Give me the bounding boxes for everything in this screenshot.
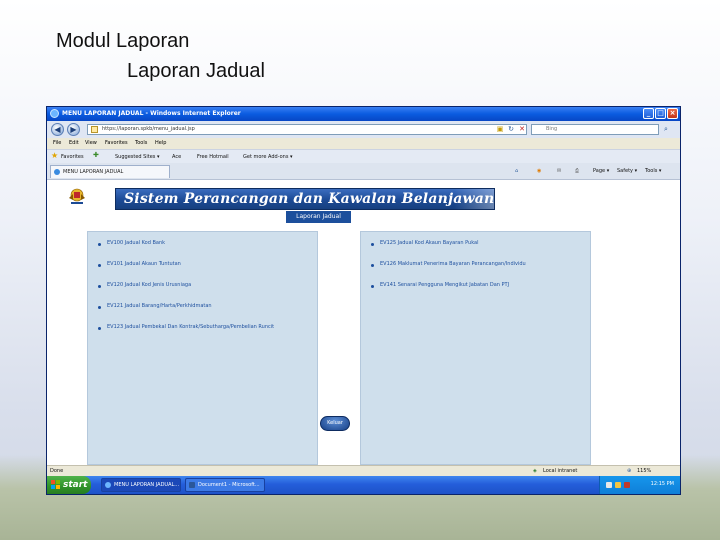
refresh-icon[interactable]: ↻ xyxy=(506,124,516,134)
clock: 12:15 PM xyxy=(650,481,674,487)
print-icon[interactable]: ⎙ xyxy=(575,168,579,174)
taskbar-item-label: Document1 - Microsoft... xyxy=(198,482,260,488)
window-titlebar[interactable]: MENU LAPORAN JADUAL - Windows Internet E… xyxy=(47,107,680,121)
minimize-button[interactable]: _ xyxy=(643,108,654,119)
slide-subtitle: Laporan Jadual xyxy=(127,60,265,82)
taskbar-item-ie[interactable]: MENU LAPORAN JADUAL... xyxy=(101,478,181,492)
speaker-icon[interactable] xyxy=(615,482,621,488)
favorites-star-icon: ★ xyxy=(51,151,59,160)
security-alert-icon[interactable] xyxy=(624,482,630,488)
menu-bar: File Edit View Favorites Tools Help xyxy=(47,138,680,149)
keluar-button[interactable]: Keluar xyxy=(320,416,350,431)
tab-page-icon xyxy=(54,169,60,175)
tab-bar: MENU LAPORAN JADUAL ⌂ ◉ ✉ ⎙ Page ▾ Safet… xyxy=(47,163,680,180)
bullet-icon xyxy=(371,264,374,267)
start-button[interactable]: start xyxy=(47,476,91,494)
internet-explorer-icon xyxy=(50,109,59,118)
taskbar-item-word[interactable]: Document1 - Microsoft... xyxy=(185,478,265,492)
window-title: MENU LAPORAN JADUAL - Windows Internet E… xyxy=(62,110,241,117)
fav-ace[interactable]: Ace xyxy=(172,154,181,160)
forward-button[interactable]: ▶ xyxy=(67,123,80,136)
search-icon[interactable]: ⌕ xyxy=(661,124,671,134)
report-panel-left: EV100 Jadual Kod Bank EV101 Jadual Akaun… xyxy=(87,231,318,465)
zoom-level[interactable]: 115% xyxy=(637,468,651,474)
page-icon xyxy=(91,126,98,133)
tab-menu-laporan-jadual[interactable]: MENU LAPORAN JADUAL xyxy=(50,165,170,178)
search-placeholder: Bing xyxy=(546,126,558,132)
report-panel-right: EV125 Jadual Kod Akaun Bayaran Pukal EV1… xyxy=(360,231,591,465)
tab-label: MENU LAPORAN JADUAL xyxy=(63,169,124,175)
bullet-icon xyxy=(98,306,101,309)
banner-highlight xyxy=(454,189,494,209)
favorites-button[interactable]: Favorites xyxy=(61,154,84,160)
windows-taskbar: start MENU LAPORAN JADUAL... Document1 -… xyxy=(47,476,680,494)
menu-file[interactable]: File xyxy=(53,140,61,146)
page-menu[interactable]: Page ▾ xyxy=(593,168,609,174)
menu-edit[interactable]: Edit xyxy=(69,140,79,146)
bullet-icon xyxy=(98,285,101,288)
feeds-icon[interactable]: ◉ xyxy=(537,168,541,174)
fav-suggested-sites[interactable]: Suggested Sites ▾ xyxy=(115,154,159,160)
intranet-zone-icon: ◈ xyxy=(533,468,537,474)
word-taskbar-icon xyxy=(189,482,195,488)
favorites-bar: ★ Favorites ✚ Suggested Sites ▾ Ace Free… xyxy=(47,149,680,164)
address-url: https://laporan.spkb/menu_jadual.jsp xyxy=(102,126,195,132)
zoom-icon[interactable]: ⊕ xyxy=(627,468,631,474)
stop-icon[interactable]: ✕ xyxy=(517,124,527,134)
browser-window: MENU LAPORAN JADUAL - Windows Internet E… xyxy=(46,106,681,495)
back-button[interactable]: ◀ xyxy=(51,123,64,136)
status-text: Done xyxy=(50,468,64,474)
bullet-icon xyxy=(371,243,374,246)
start-label: start xyxy=(63,480,88,490)
bullet-icon xyxy=(371,285,374,288)
menu-help[interactable]: Help xyxy=(155,140,166,146)
bullet-icon xyxy=(98,327,101,330)
fav-free-hotmail[interactable]: Free Hotmail xyxy=(197,154,229,160)
bullet-icon xyxy=(98,264,101,267)
bullet-icon xyxy=(98,243,101,246)
mail-icon[interactable]: ✉ xyxy=(557,168,561,174)
banner-title: Sistem Perancangan dan Kawalan Belanjawa… xyxy=(124,191,495,207)
security-zone: Local intranet xyxy=(543,468,578,474)
lock-icon[interactable]: ▣ xyxy=(495,124,505,134)
fav-get-more-addons[interactable]: Get more Add-ons ▾ xyxy=(243,154,293,160)
windows-flag-icon xyxy=(51,480,60,489)
ie-taskbar-icon xyxy=(105,482,111,488)
network-icon[interactable] xyxy=(606,482,612,488)
menu-tools[interactable]: Tools xyxy=(135,140,147,146)
safety-menu[interactable]: Safety ▾ xyxy=(617,168,637,174)
menu-view[interactable]: View xyxy=(85,140,97,146)
taskbar-item-label: MENU LAPORAN JADUAL... xyxy=(114,482,180,488)
tools-menu[interactable]: Tools ▾ xyxy=(645,168,661,174)
malaysia-crest-icon xyxy=(69,188,85,204)
menu-favorites[interactable]: Favorites xyxy=(105,140,128,146)
maximize-button[interactable]: □ xyxy=(655,108,666,119)
search-input[interactable]: Bing xyxy=(531,124,659,135)
close-button[interactable]: × xyxy=(667,108,678,119)
system-banner: Sistem Perancangan dan Kawalan Belanjawa… xyxy=(115,188,495,210)
system-tray: 12:15 PM xyxy=(599,476,680,494)
address-input[interactable]: https://laporan.spkb/menu_jadual.jsp xyxy=(87,124,527,135)
add-favorite-icon[interactable]: ✚ xyxy=(93,151,99,159)
section-tab-laporan-jadual: Laporan Jadual xyxy=(286,211,351,223)
slide-title: Modul Laporan xyxy=(56,30,190,52)
address-toolbar: ◀ ▶ https://laporan.spkb/menu_jadual.jsp… xyxy=(47,121,680,138)
home-icon[interactable]: ⌂ xyxy=(515,168,518,174)
page-content: Sistem Perancangan dan Kawalan Belanjawa… xyxy=(47,180,680,465)
